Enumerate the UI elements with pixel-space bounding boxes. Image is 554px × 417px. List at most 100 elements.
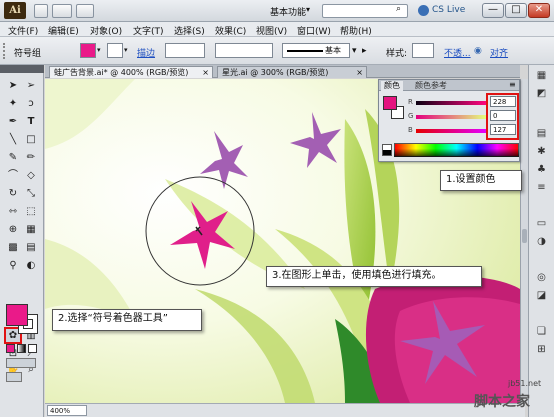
cs-live-button[interactable]: CS Live (432, 5, 465, 15)
channel-label-g: G (408, 112, 414, 120)
more-options-icon[interactable]: ▸ (362, 46, 367, 56)
slider-b[interactable] (416, 129, 486, 133)
grip-handle[interactable] (3, 43, 7, 59)
chevron-down-icon[interactable]: ▾ (97, 46, 101, 54)
type-tool-icon[interactable]: T (24, 115, 38, 128)
close-button[interactable]: ✕ (528, 3, 550, 18)
magic-wand-tool-icon[interactable]: ✦ (6, 97, 20, 110)
menu-help[interactable]: 帮助(H) (340, 24, 372, 37)
direct-selection-tool-icon[interactable]: ➢ (24, 79, 38, 92)
line-tool-icon[interactable]: ╲ (6, 133, 20, 146)
shape-builder-tool-icon[interactable]: ⊕ (6, 223, 20, 236)
menu-type[interactable]: 文字(T) (133, 24, 164, 37)
callout-step-2: 2.选择“符号着色器工具” (52, 309, 202, 331)
color-guide-icon[interactable]: ◩ (534, 87, 549, 101)
pencil-tool-icon[interactable]: ✏ (24, 151, 38, 164)
rotate-tool-icon[interactable]: ↻ (6, 187, 20, 200)
zoom-field[interactable]: 400% (47, 405, 87, 416)
chevron-down-icon[interactable]: ▾ (352, 46, 357, 56)
draw-mode-buttons[interactable] (6, 358, 36, 368)
fill-color-swatch[interactable] (80, 43, 96, 58)
scrollbar-thumb[interactable] (522, 229, 527, 243)
menu-window[interactable]: 窗口(W) (297, 24, 331, 37)
width-tool-icon[interactable]: ⇿ (6, 205, 20, 218)
opacity-link[interactable]: 不透... (444, 46, 471, 59)
screen-mode-button[interactable] (6, 372, 22, 382)
lasso-tool-icon[interactable]: ↄ (24, 97, 38, 110)
graphic-style-picker[interactable] (412, 43, 434, 58)
gradient-icon[interactable]: ▭ (534, 217, 549, 231)
search-icon[interactable]: ⌕ (396, 4, 401, 14)
black-white-swatch[interactable] (382, 144, 392, 156)
stroke-weight-field[interactable] (165, 43, 205, 58)
menu-file[interactable]: 文件(F) (8, 24, 38, 37)
menu-effect[interactable]: 效果(C) (215, 24, 246, 37)
bridge-icon[interactable] (34, 4, 48, 18)
blob-brush-tool-icon[interactable]: ⌒ (6, 169, 20, 182)
workspace-switcher[interactable]: 基本功能 (270, 5, 306, 18)
perspective-grid-tool-icon[interactable]: ▦ (24, 223, 38, 236)
panel-menu-icon[interactable]: ≡ (509, 80, 516, 89)
style-label: 样式: (386, 49, 408, 59)
selection-type-label: 符号组 (14, 49, 42, 59)
tab-document-1[interactable]: 蛙广告背景.ai* @ 400% (RGB/预览) × (49, 66, 213, 78)
arrange-documents-icon[interactable] (52, 4, 72, 18)
maximize-button[interactable]: □ (505, 3, 527, 18)
scale-tool-icon[interactable]: ⤡ (24, 187, 38, 200)
stroke-color-swatch[interactable] (107, 43, 123, 58)
rectangle-tool-icon[interactable]: □ (24, 133, 38, 146)
stroke-icon[interactable]: ≡ (534, 181, 549, 195)
menu-select[interactable]: 选择(S) (174, 24, 205, 37)
brush-definition[interactable]: 基本 (282, 43, 350, 58)
panel-fill-swatch[interactable] (383, 96, 397, 110)
layers-icon[interactable]: ❏ (534, 325, 549, 339)
screen-mode-icon[interactable] (76, 4, 94, 18)
tab-color-guide[interactable]: 颜色参考 (415, 81, 447, 91)
selection-tool-icon[interactable]: ➤ (6, 79, 20, 92)
free-transform-tool-icon[interactable]: ⬚ (24, 205, 38, 218)
variable-width-profile[interactable] (215, 43, 273, 58)
eyedropper-tool-icon[interactable]: ⚲ (6, 259, 20, 272)
tab-document-2[interactable]: 星光.ai @ 300% (RGB/预览) × (217, 66, 367, 78)
fill-swatch[interactable] (6, 304, 28, 326)
title-bar: Ai 基本功能 ▾ ⌕ CS Live — □ ✕ (0, 0, 554, 22)
symbols-icon[interactable]: ♣ (534, 163, 549, 177)
chevron-down-icon[interactable]: ▾ (124, 46, 128, 54)
channel-label-r: R (408, 98, 413, 106)
eraser-tool-icon[interactable]: ◇ (24, 169, 38, 182)
artboards-icon[interactable]: ⊞ (534, 343, 549, 357)
appearance-icon[interactable]: ◎ (534, 271, 549, 285)
minimize-button[interactable]: — (482, 3, 504, 18)
transparency-icon[interactable]: ◑ (534, 235, 549, 249)
graphic-styles-icon[interactable]: ◪ (534, 289, 549, 303)
none-mode-button[interactable] (28, 344, 37, 353)
menu-object[interactable]: 对象(O) (90, 24, 122, 37)
stroke-link[interactable]: 描边 (137, 46, 155, 59)
paintbrush-tool-icon[interactable]: ✎ (6, 151, 20, 164)
close-icon[interactable]: × (202, 67, 209, 79)
gradient-mode-button[interactable] (17, 344, 26, 353)
pen-tool-icon[interactable]: ✒ (6, 115, 20, 128)
color-mode-button[interactable] (6, 344, 15, 353)
vertical-scrollbar[interactable] (520, 79, 528, 403)
tools-panel-header[interactable] (0, 65, 44, 73)
slider-g[interactable] (416, 115, 486, 119)
slider-r[interactable] (416, 101, 486, 105)
tab-label: 蛙广告背景.ai* @ 400% (RGB/预览) (54, 68, 189, 77)
cs-live-icon[interactable] (418, 5, 429, 16)
chevron-down-icon[interactable]: ▾ (306, 5, 310, 14)
brushes-icon[interactable]: ✱ (534, 145, 549, 159)
menu-bar: 文件(F) 编辑(E) 对象(O) 文字(T) 选择(S) 效果(C) 视图(V… (0, 22, 554, 37)
menu-edit[interactable]: 编辑(E) (48, 24, 79, 37)
close-icon[interactable]: × (356, 67, 363, 79)
blend-tool-icon[interactable]: ◐ (24, 259, 38, 272)
recolor-icon[interactable]: ◉ (474, 46, 482, 56)
gradient-tool-icon[interactable]: ▤ (24, 241, 38, 254)
align-link[interactable]: 对齐 (490, 46, 508, 59)
tab-color[interactable]: 颜色 (381, 81, 403, 91)
swatches-icon[interactable]: ▤ (534, 127, 549, 141)
menu-view[interactable]: 视图(V) (256, 24, 287, 37)
mesh-tool-icon[interactable]: ▩ (6, 241, 20, 254)
color-spectrum-shade (394, 143, 519, 157)
color-panel-icon[interactable]: ▦ (534, 69, 549, 83)
